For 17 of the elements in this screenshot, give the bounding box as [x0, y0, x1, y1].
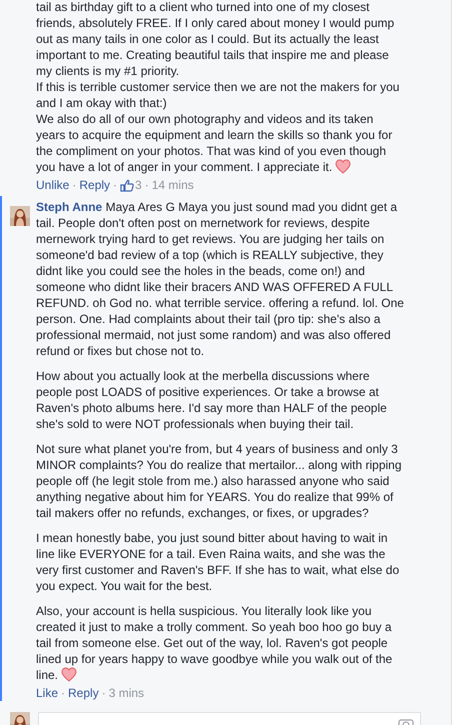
- comment-text: I mean honestly babe, you just sound bitter about having to wait in line like EVERYONE for a tail. Even Raina waits, and she was the very first customer and Raven's BFF. If she has to wait, what else do you expect. You wait for the best.: [36, 530, 400, 594]
- reply-link[interactable]: Reply: [68, 685, 99, 701]
- comment-text: How about you actually look at the merbella discussions where people post LOADS of positive experiences. Or take a browse at Raven's photo albums here. I'd say more than HALF of the people she's sold to were NOT professionals when buying their tail.: [36, 368, 388, 432]
- reply-link[interactable]: Reply: [79, 177, 110, 193]
- separator: ·: [113, 177, 118, 193]
- scrollbar[interactable]: [451, 0, 458, 725]
- author-link[interactable]: Steph Anne: [36, 200, 102, 214]
- comment-text: Also, your account is hella suspicious. You literally look like you created it just to make a trolly comment. So yeah boo hoo go buy a tail from someone else. Get out of the way, lol. Raven's got people lined up for years happy to wave goodbye while you walk out of the line.: [36, 603, 394, 683]
- comment-text: Not sure what planet you're from, but 4 years of business and only 3 MINOR complaints? You do realize that mertailor... along with ripping people off (he legit stole from me.) also harassed anyone who said anything negative about him for YEARS. You do realize that 99% of tail makers offer no refunds, exchanges, or fixes, or upgrades?: [36, 441, 403, 521]
- separator: ·: [102, 685, 106, 701]
- like-link[interactable]: Unlike: [36, 177, 70, 193]
- separator: ·: [61, 685, 66, 701]
- comment-text: Steph Anne Maya Ares G Maya you just sound mad you didnt get a tail. People don't often post on mernetwork for reviews, despite mernework trying hard to get reviews. You are judging her tails on someone'd bad review of a top (which is REALLY subjective, they didnt like you could see the holes in the beads, come on!) and someone who didnt like their bracers AND WAS OFFERED A FULL REFUND. oh God no. what terrible service. offering a refund. lol. One person. One. Had complaints about their tail (pro tip: she's also a professional mermaid, not just some random) and was also offered refund or fixes but chose not to.: [36, 199, 404, 359]
- separator: ·: [72, 177, 76, 193]
- separator: ·: [144, 177, 149, 193]
- like-link[interactable]: Like: [36, 685, 58, 701]
- comment-text: tail as birthday gift to a client who turned into one of my closest friends, absolutely FREE. If I only cared about money I would pump out as many tails in one color as I could. But its actually the least important to me. Creating beautiful tails that inspire me and please my clients is my #1 priority. If this is terrible customer service then we are not the makers for you and I am okay with that:) We also do all of our own photography and videos and its taken years to acquire the equipment and learn the skills so thank you for the compliment on your photos. That was kind of you even though you have a lot of anger in your comment. I appreciate it.: [36, 0, 400, 175]
